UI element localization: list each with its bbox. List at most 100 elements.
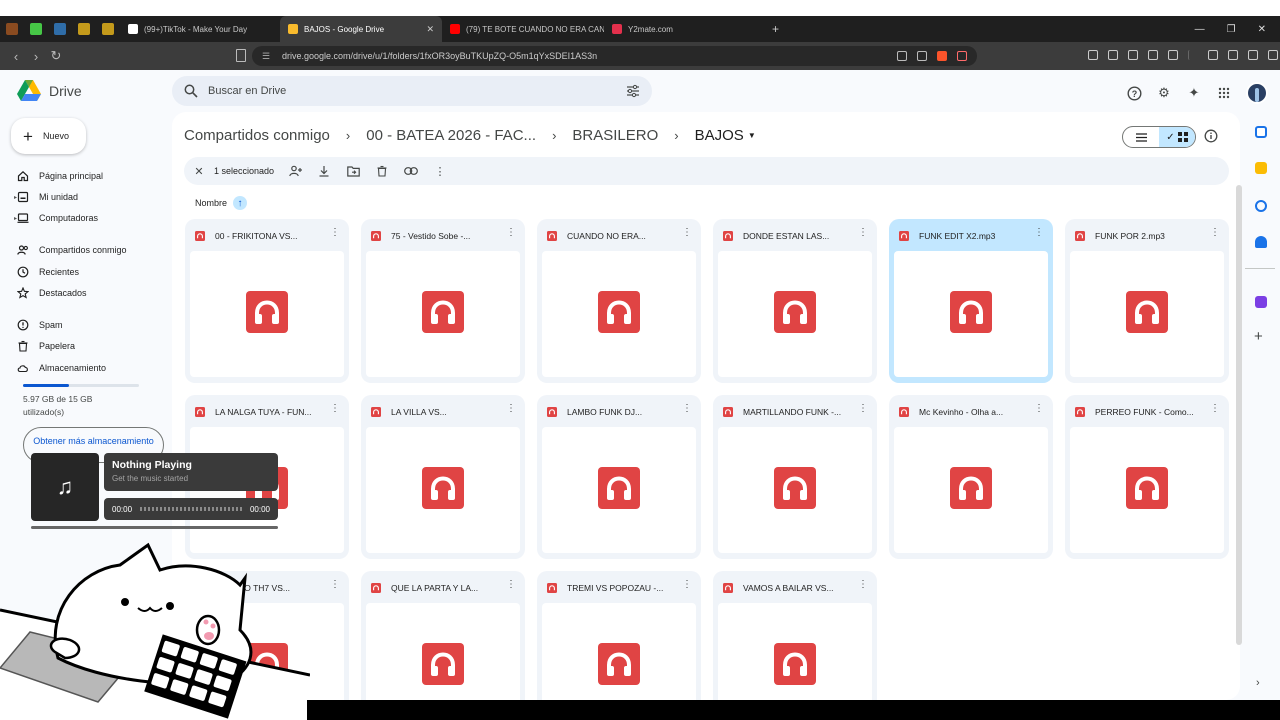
more-options-icon[interactable]: ⋮: [506, 404, 516, 414]
vpn-icon[interactable]: [1268, 50, 1278, 60]
tasks-icon[interactable]: [1255, 200, 1267, 212]
file-card[interactable]: TREMI VS POPOZAU -... ⋮: [537, 571, 701, 700]
calendar-icon[interactable]: [1255, 126, 1267, 138]
close-tab-icon[interactable]: ✕: [426, 24, 434, 35]
bookmarks-icon[interactable]: [1228, 50, 1238, 60]
sidebar-item-trash[interactable]: Papelera: [17, 338, 75, 354]
sort-control[interactable]: Nombre ↑: [195, 196, 248, 210]
file-thumbnail[interactable]: [190, 251, 344, 377]
tab-tiktok[interactable]: (99+)TikTok - Make Your Day: [120, 16, 280, 42]
more-options-icon[interactable]: ⋮: [1034, 228, 1044, 238]
sidebar-item-storage[interactable]: Almacenamiento: [17, 360, 106, 376]
file-thumbnail[interactable]: [366, 603, 520, 700]
close-window-icon[interactable]: ✕: [1258, 24, 1266, 35]
screenshot-icon[interactable]: [1108, 50, 1118, 60]
download-icon[interactable]: [1148, 50, 1158, 60]
show-side-panel-icon[interactable]: ›: [1256, 677, 1260, 689]
pinned-tab-5[interactable]: [96, 16, 120, 42]
new-button[interactable]: + Nuevo: [11, 118, 86, 154]
file-thumbnail[interactable]: [366, 251, 520, 377]
download-icon[interactable]: [317, 164, 331, 178]
url-bar[interactable]: ☰ drive.google.com/drive/u/1/folders/1fx…: [252, 46, 977, 66]
add-addon-icon[interactable]: +: [1254, 328, 1263, 345]
apps-grid-icon[interactable]: [1216, 85, 1232, 101]
contacts-icon[interactable]: [1255, 236, 1267, 248]
more-options-icon[interactable]: ⋮: [330, 580, 340, 590]
password-icon[interactable]: [1128, 50, 1138, 60]
pinned-tab-3[interactable]: [48, 16, 72, 42]
file-thumbnail[interactable]: [1070, 427, 1224, 553]
media-icon[interactable]: [1208, 50, 1218, 60]
more-options-icon[interactable]: ⋮: [682, 404, 692, 414]
sort-ascending-icon[interactable]: ↑: [233, 196, 248, 210]
file-thumbnail[interactable]: [542, 427, 696, 553]
search-options-icon[interactable]: [626, 84, 640, 98]
file-thumbnail[interactable]: [542, 251, 696, 377]
sidebar-item-my-drive[interactable]: ▸ Mi unidad: [14, 189, 78, 205]
copy-link-icon[interactable]: [404, 164, 418, 178]
file-card[interactable]: FUNK POR 2.mp3 ⋮: [1065, 219, 1229, 383]
file-thumbnail[interactable]: [1070, 251, 1224, 377]
sidebar-icon[interactable]: [1248, 50, 1258, 60]
extensions-icon[interactable]: [1088, 50, 1098, 60]
file-card[interactable]: VAMOS A BAILAR VS... ⋮: [713, 571, 877, 700]
file-thumbnail[interactable]: [366, 427, 520, 553]
breadcrumb-item[interactable]: 00 - BATEA 2026 - FAC...: [366, 127, 536, 144]
info-icon[interactable]: [1204, 129, 1218, 148]
player-track[interactable]: [140, 507, 242, 511]
pinned-tab-2[interactable]: [24, 16, 48, 42]
brave-shields-icon[interactable]: [937, 51, 947, 61]
vertical-scrollbar[interactable]: [1236, 185, 1242, 645]
back-icon[interactable]: ‹: [6, 49, 26, 64]
sidebar-item-spam[interactable]: Spam: [17, 317, 63, 333]
reload-icon[interactable]: ↻: [46, 48, 66, 64]
account-avatar[interactable]: [1246, 82, 1268, 104]
file-card[interactable]: PERREO FUNK - Como... ⋮: [1065, 395, 1229, 559]
settings-gear-icon[interactable]: ⚙: [1156, 85, 1172, 101]
sidebar-item-home[interactable]: Página principal: [17, 168, 103, 184]
expand-caret-icon[interactable]: ▸: [14, 194, 17, 201]
search-input[interactable]: Buscar en Drive: [172, 76, 652, 106]
more-options-icon[interactable]: ⋮: [858, 404, 868, 414]
file-card[interactable]: FUNK EDIT X2.mp3 ⋮: [889, 219, 1053, 383]
file-card[interactable]: QUE LA PARTA Y LA... ⋮: [361, 571, 525, 700]
more-options-icon[interactable]: ⋮: [1210, 404, 1220, 414]
grid-view-button[interactable]: ✓: [1159, 127, 1195, 147]
file-card[interactable]: CUANDO NO ERA... ⋮: [537, 219, 701, 383]
drive-logo[interactable]: Drive: [17, 80, 82, 102]
help-icon[interactable]: ?: [1126, 85, 1142, 101]
list-view-button[interactable]: [1123, 127, 1159, 147]
file-thumbnail[interactable]: [894, 251, 1048, 377]
breadcrumb-current-folder[interactable]: BAJOS ▼: [695, 127, 756, 144]
forward-icon[interactable]: ›: [26, 49, 46, 64]
clear-selection-icon[interactable]: ✕: [192, 165, 206, 178]
file-thumbnail[interactable]: [894, 427, 1048, 553]
pinned-tab-4[interactable]: [72, 16, 96, 42]
file-card[interactable]: LA VILLA VS... ⋮: [361, 395, 525, 559]
breadcrumb-item[interactable]: BRASILERO: [572, 127, 658, 144]
tab-google-drive[interactable]: BAJOS - Google Drive ✕: [280, 16, 442, 42]
addon-icon[interactable]: [1255, 296, 1267, 308]
more-options-icon[interactable]: ⋮: [330, 228, 340, 238]
more-options-icon[interactable]: ⋮: [1210, 228, 1220, 238]
file-card[interactable]: 00 - FRIKITONA VS... ⋮: [185, 219, 349, 383]
breadcrumb-item[interactable]: Compartidos conmigo: [184, 127, 330, 144]
file-thumbnail[interactable]: [542, 603, 696, 700]
file-card[interactable]: MARTILLANDO FUNK -... ⋮: [713, 395, 877, 559]
share-person-add-icon[interactable]: [288, 164, 302, 178]
search-icon[interactable]: [184, 84, 198, 98]
more-actions-icon[interactable]: ⋮: [433, 164, 447, 178]
more-options-icon[interactable]: ⋮: [1034, 404, 1044, 414]
file-card[interactable]: Mc Kevinho - Olha a... ⋮: [889, 395, 1053, 559]
more-options-icon[interactable]: ⋮: [682, 580, 692, 590]
file-card[interactable]: DONDE ESTAN LAS... ⋮: [713, 219, 877, 383]
file-thumbnail[interactable]: [718, 251, 872, 377]
delete-trash-icon[interactable]: [375, 164, 389, 178]
sidebar-item-shared[interactable]: Compartidos conmigo: [17, 242, 127, 258]
site-info-icon[interactable]: ☰: [262, 51, 270, 62]
file-thumbnail[interactable]: [718, 427, 872, 553]
bookmark-icon[interactable]: [236, 49, 246, 62]
more-options-icon[interactable]: ⋮: [682, 228, 692, 238]
brave-rewards-icon[interactable]: [957, 51, 967, 61]
cast-tab-icon[interactable]: [1168, 50, 1178, 60]
